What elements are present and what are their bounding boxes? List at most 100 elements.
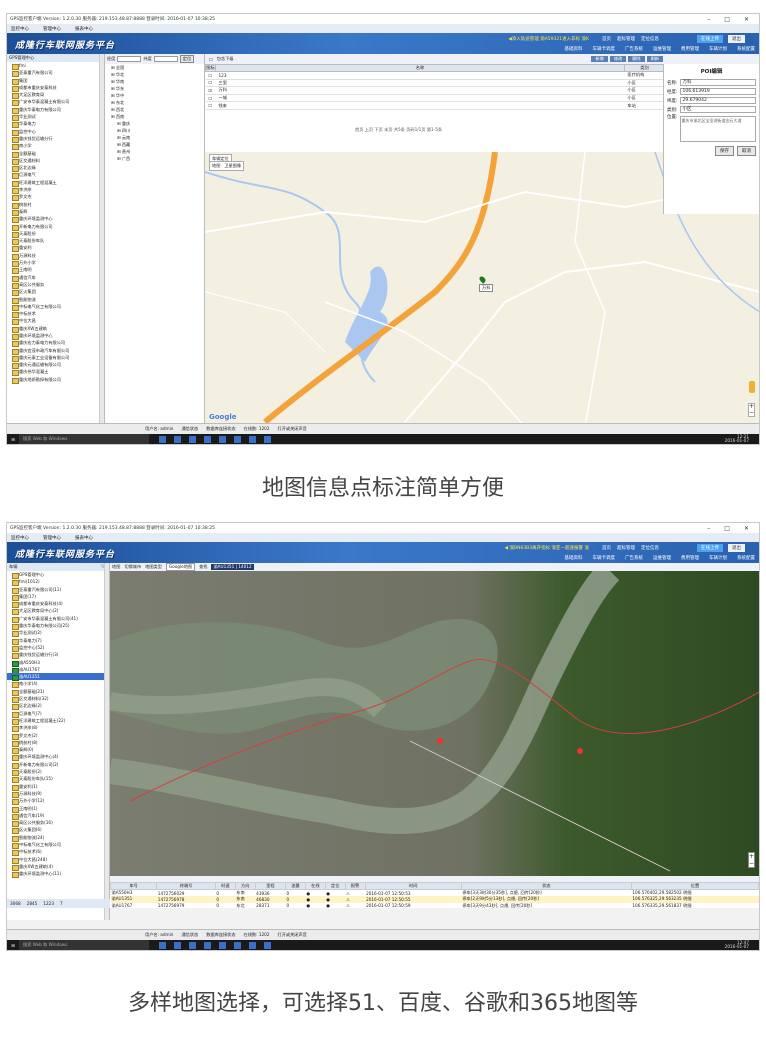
poi-edit-button[interactable]: 修改 (609, 56, 627, 62)
online-upload-button[interactable]: 在线上传 (697, 35, 723, 43)
app-icon[interactable] (264, 435, 271, 443)
tree-item[interactable]: 区火集团(6) (7, 826, 109, 835)
sound-toggle[interactable]: 打开或关闭声音 (278, 426, 307, 432)
app-icon[interactable] (249, 435, 256, 443)
save-button[interactable]: 保存 (715, 146, 734, 156)
region-item[interactable]: ⊞ 全国 (105, 64, 204, 71)
tree-item[interactable]: 华业测试(2) (7, 629, 109, 638)
vehicle-item[interactable]: 渝A550H3 (7, 659, 109, 667)
tree-item[interactable]: 万外小学(12) (7, 797, 109, 806)
online-upload-button[interactable]: 在线上传 (697, 544, 723, 552)
tree-item[interactable]: 广安市华泰混凝土有限公司(41) (7, 615, 109, 624)
tree-item[interactable]: 智能物流(24) (7, 834, 109, 843)
banner-link[interactable]: 超标管理 (617, 545, 635, 551)
poi-row[interactable]: ☐ 123 医疗机构 (205, 71, 665, 80)
nav-tab[interactable]: 车辆卡调度 (593, 555, 616, 561)
region-item[interactable]: ⊞ 西北 (105, 106, 204, 113)
region-subitem[interactable]: ⊞ 广西 (105, 155, 204, 162)
tree-item[interactable]: 中标技术(6) (7, 848, 109, 857)
switch-city-button[interactable]: 切换城市 (124, 564, 141, 570)
menu-item[interactable]: 报表中心 (75, 26, 93, 32)
tree-item[interactable]: 亚泰重汽有限公司 (7, 69, 104, 78)
poi-delete-button[interactable]: 删除 (628, 56, 645, 62)
tree-item[interactable]: 通信汽车 (7, 274, 104, 282)
tree-item[interactable]: fmi(1012) (7, 578, 109, 587)
close-icon[interactable]: ✕ (744, 525, 749, 532)
exit-button[interactable]: 退出 (728, 35, 745, 43)
tree-item[interactable]: 旺洋建筑工程混凝土 (7, 179, 104, 188)
cancel-button[interactable]: 取消 (737, 146, 756, 156)
nav-tab[interactable]: 运维管理 (653, 46, 671, 52)
app-icon[interactable] (204, 941, 211, 949)
region-subitem[interactable]: ⊞ 云南 (105, 134, 204, 141)
track-row[interactable]: 渝AU1767 1472756979 0 东北 28371 0 ● ● ⚠ 2016-01-07 … (111, 903, 759, 910)
banner-link[interactable]: 定位信息 (641, 545, 659, 551)
region-subitem[interactable]: ⊞ 贵州 (105, 148, 204, 155)
app-icon[interactable] (174, 435, 181, 443)
banner-link[interactable]: 超标管理 (617, 36, 635, 42)
app-icon[interactable] (189, 941, 196, 949)
app-icon[interactable] (219, 435, 226, 443)
row-checkbox[interactable]: ☐ (205, 71, 216, 80)
find-input[interactable]: 渝AU1351 | 14012 (211, 564, 254, 570)
tree-item[interactable]: 南小学(4) (7, 680, 109, 689)
tree-item[interactable]: 华泰电力 (7, 120, 104, 129)
nav-tab[interactable]: 车辆计划 (709, 555, 727, 561)
tree-item[interactable]: 重庆XW五建筑(4) (7, 863, 109, 872)
tree-item[interactable]: 亚泰重汽有限公司(11) (7, 586, 109, 594)
tree-item[interactable]: 李洪岸 (7, 186, 104, 195)
menu-item[interactable]: 监控中心 (11, 26, 29, 32)
include-sub-checkbox[interactable]: ☐ (209, 57, 213, 62)
tree-item[interactable]: 桃枝村 (7, 201, 104, 209)
taskbar-clock[interactable]: 12:47 2016-01-07 (725, 940, 759, 950)
tree-item[interactable]: 智能物流 (7, 296, 104, 304)
minimize-icon[interactable]: – (707, 525, 710, 532)
locate-button[interactable]: 定位 (179, 55, 195, 63)
region-item[interactable]: ⊞ 华北 (105, 71, 204, 78)
banner-link[interactable]: 首页 (602, 36, 611, 42)
row-checkbox[interactable]: ☐ (205, 94, 216, 103)
tree-item[interactable]: 李洪岸(8) (7, 724, 109, 733)
windows-start-icon[interactable]: ⊞ (7, 437, 19, 442)
tree-item[interactable]: 高区公共服务 (7, 281, 104, 290)
tree-item[interactable]: 重安利(1) (7, 783, 109, 791)
poi-row[interactable]: ☐ 钱来 车站 (205, 101, 665, 110)
tree-item[interactable]: 万外小学 (7, 259, 104, 268)
tree-item[interactable]: 天泰股份(2) (7, 768, 109, 777)
menu-item[interactable]: 报表中心 (75, 535, 93, 541)
tree-item[interactable]: GPS管理中心 (7, 571, 109, 580)
tree-item[interactable]: 开新电力有限公司 (7, 223, 104, 231)
tree-item[interactable]: 天泰股份 (7, 230, 104, 239)
tree-item[interactable]: 罗文杰 (7, 193, 104, 202)
app-icon[interactable] (159, 941, 166, 949)
tree-item[interactable]: 全额基础 (7, 150, 104, 158)
taskbar-clock[interactable]: 12:21 2016-01-07 (725, 434, 759, 444)
tree-item[interactable]: 重庆元泰工业设备有限公司 (7, 354, 104, 363)
menu-item[interactable]: 管理中心 (43, 26, 61, 32)
app-icon[interactable] (249, 941, 256, 949)
tree-item[interactable]: fmi (7, 62, 104, 71)
tree-item[interactable]: 中位大昌 (7, 317, 104, 326)
row-checkbox[interactable]: ☐ (205, 79, 216, 88)
alarm-ticker[interactable]: ◀ 渝BN63B3离开指标 渝亚一超速报警 渝 (505, 545, 589, 551)
minimize-icon[interactable]: – (707, 16, 710, 23)
tree-item[interactable]: 重庆环境监测中心(4) (7, 753, 109, 762)
region-item[interactable]: ⊞ 东北 (105, 99, 204, 106)
nav-tab[interactable]: 车辆卡调度 (593, 46, 616, 52)
menu-item[interactable]: 管理中心 (43, 535, 61, 541)
tree-item[interactable]: 大足区教育局 (7, 91, 104, 100)
poi-pager[interactable]: 首页 上页 下页 末页 共5条 页码1/1页 第1-5条 (355, 127, 442, 133)
tree-item[interactable]: 重庆宏力泰电力有限公司 (7, 339, 104, 348)
menu-item[interactable]: 监控中心 (11, 535, 29, 541)
tree-item[interactable]: 华业测试 (7, 113, 104, 122)
tree-item[interactable]: 成都市重庆安泰科技 (7, 84, 104, 93)
tree-item[interactable]: 桃枝村(8) (7, 739, 109, 748)
tree-item[interactable]: 区北边缘(2) (7, 702, 109, 711)
app-icon[interactable] (174, 941, 181, 949)
alarm-ticker[interactable]: ◀添入轨迹管理 渝A59321进入非标 渝K (508, 36, 589, 42)
region-item[interactable]: ⊞ 西南 (105, 113, 204, 120)
tree-item[interactable]: 中标技术 (7, 310, 104, 319)
app-icon[interactable] (159, 435, 166, 443)
tree-item[interactable]: 广安市华泰混凝土有限公司 (7, 98, 104, 107)
tab-satellite[interactable]: 卫星图像 (224, 163, 241, 169)
